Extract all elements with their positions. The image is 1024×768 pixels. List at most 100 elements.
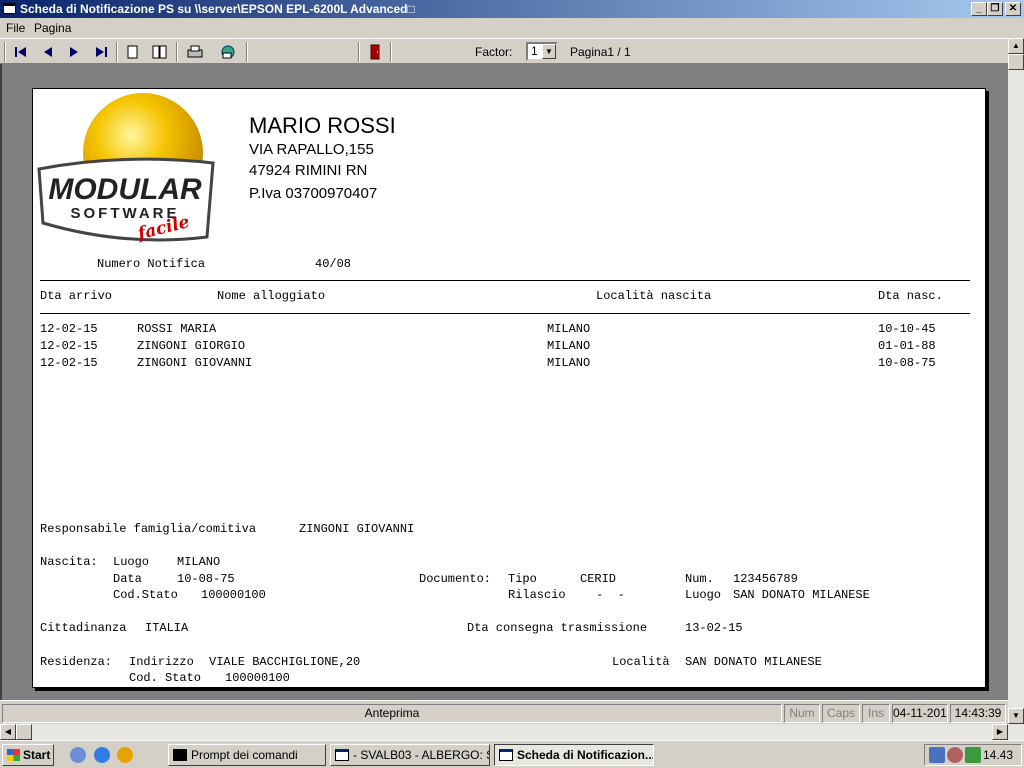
scroll-up-icon[interactable]: ▲ [1008,38,1024,54]
dropdown-arrow-icon[interactable]: ▼ [542,44,556,59]
window-icon [3,3,16,14]
toolbar: Factor: 1 ▼ Pagina1 / 1 [0,38,1008,64]
task-label: Scheda di Notificazion... [517,748,654,762]
network-icon[interactable] [929,747,945,763]
row-arrival: 12-02-15 [40,322,98,336]
status-ins: Ins [862,704,890,723]
col-header-birthplace: Località nascita [596,289,712,303]
row-birthdate: 10-10-45 [878,322,936,336]
col-header-name: Nome alloggiato [217,289,326,303]
media-player-icon[interactable] [117,747,133,763]
export-icon[interactable] [217,42,239,62]
status-bar: Anteprima Num Caps Ins 04-11-2015 14:43:… [0,700,1008,724]
window-title: Scheda di Notificazione PS su \\server\E… [20,2,415,16]
hscroll-thumb[interactable] [16,724,32,740]
row-birthplace: MILANO [547,322,591,336]
document-num-label: Num. [685,572,714,586]
birth-state-value: 100000100 [201,588,266,602]
header-rule-bottom [40,313,970,314]
birth-place-value: MILANO [177,555,221,569]
two-pages-icon[interactable] [149,42,171,62]
update-icon[interactable] [965,747,981,763]
task-scheda[interactable]: Scheda di Notificazion... [494,744,654,766]
birth-state-label: Cod.Stato [113,588,178,602]
scroll-right-icon[interactable]: ▶ [992,724,1008,740]
toolbar-separator [246,42,248,62]
modular-software-logo: MODULAR SOFTWARE facile [35,91,217,251]
exit-door-icon[interactable] [364,42,386,62]
residence-label: Residenza: [40,655,113,669]
status-date: 04-11-2015 [892,704,948,723]
birth-label: Nascita: [40,555,98,569]
page-indicator: Pagina1 / 1 [570,45,631,59]
delivery-label: Dta consegna trasmissione [467,621,648,635]
company-name: MARIO ROSSI [249,113,396,138]
toolbar-separator [358,42,360,62]
row-name: ZINGONI GIORGIO [137,339,246,353]
menu-bar: File Pagina [0,18,1024,38]
horizontal-scrollbar[interactable]: ◀ ▶ [0,724,1024,740]
task-svalb03[interactable]: - SVALB03 - ALBERGO: S... [330,744,490,766]
factor-value: 1 [531,44,538,58]
toolbar-separator [390,42,392,62]
row-arrival: 12-02-15 [40,356,98,370]
single-page-icon[interactable] [122,42,144,62]
status-time: 14:43:39 [950,704,1006,723]
start-label: Start [23,748,51,762]
header-rule-top [40,280,970,281]
row-birthdate: 10-08-75 [878,356,936,370]
previous-page-icon[interactable] [37,42,59,62]
status-caps: Caps [822,704,860,723]
release-place-label: Luogo [685,588,722,602]
scroll-down-icon[interactable]: ▼ [1008,708,1024,724]
taskbar: Start Prompt dei comandi - SVALB03 - ALB… [0,740,1024,768]
last-page-icon[interactable] [90,42,112,62]
row-birthdate: 01-01-88 [878,339,936,353]
vertical-scrollbar[interactable]: ▲ ▼ [1008,38,1024,724]
desktop-icon[interactable] [70,747,86,763]
release-place-value: SAN DONATO MILANESE [733,588,870,602]
col-header-arrival: Dta arrivo [40,289,113,303]
next-page-icon[interactable] [63,42,85,62]
report-page: MODULAR SOFTWARE facile MARIO ROSSI VIA … [32,88,986,688]
locality-value: SAN DONATO MILANESE [685,655,822,669]
title-bar: Scheda di Notificazione PS su \\server\E… [0,0,1024,18]
row-birthplace: MILANO [547,339,591,353]
company-vat: P.Iva 03700970407 [249,185,378,202]
document-type-label: Tipo [508,572,537,586]
responsible-value: ZINGONI GIOVANNI [299,522,415,536]
print-icon[interactable] [184,42,206,62]
company-city: 47924 RIMINI RN [249,162,368,179]
factor-select[interactable]: 1 ▼ [526,42,558,61]
close-button[interactable]: ✕ [1005,2,1021,16]
locality-label: Località [612,655,670,669]
toolbar-separator [176,42,178,62]
status-num: Num [784,704,820,723]
preview-area[interactable]: MODULAR SOFTWARE facile MARIO ROSSI VIA … [0,64,1008,700]
console-icon [173,749,187,761]
toolbar-separator [116,42,118,62]
delivery-value: 13-02-15 [685,621,743,635]
scroll-left-icon[interactable]: ◀ [0,724,16,740]
task-prompt[interactable]: Prompt dei comandi [168,744,326,766]
notification-label: Numero Notifica [97,257,206,271]
row-name: ZINGONI GIOVANNI [137,356,253,370]
menu-pagina[interactable]: Pagina [34,21,71,35]
menu-file[interactable]: File [6,21,25,35]
restore-button[interactable]: ❐ [987,2,1003,16]
first-page-icon[interactable] [10,42,32,62]
birth-place-label: Luogo [113,555,150,569]
start-button[interactable]: Start [2,744,54,766]
task-label: Prompt dei comandi [191,748,298,762]
scroll-thumb[interactable] [1008,54,1024,70]
security-icon[interactable] [947,747,963,763]
release-value: - - [596,588,625,602]
logo-word-modular: MODULAR [48,173,202,206]
system-tray: 14.43 [924,744,1022,766]
document-type-value: CERID [580,572,617,586]
minimize-button[interactable]: _ [971,2,987,16]
internet-explorer-icon[interactable] [94,747,110,763]
window-icon [335,749,349,761]
notification-number: 40/08 [315,257,352,271]
citizenship-value: ITALIA [145,621,189,635]
